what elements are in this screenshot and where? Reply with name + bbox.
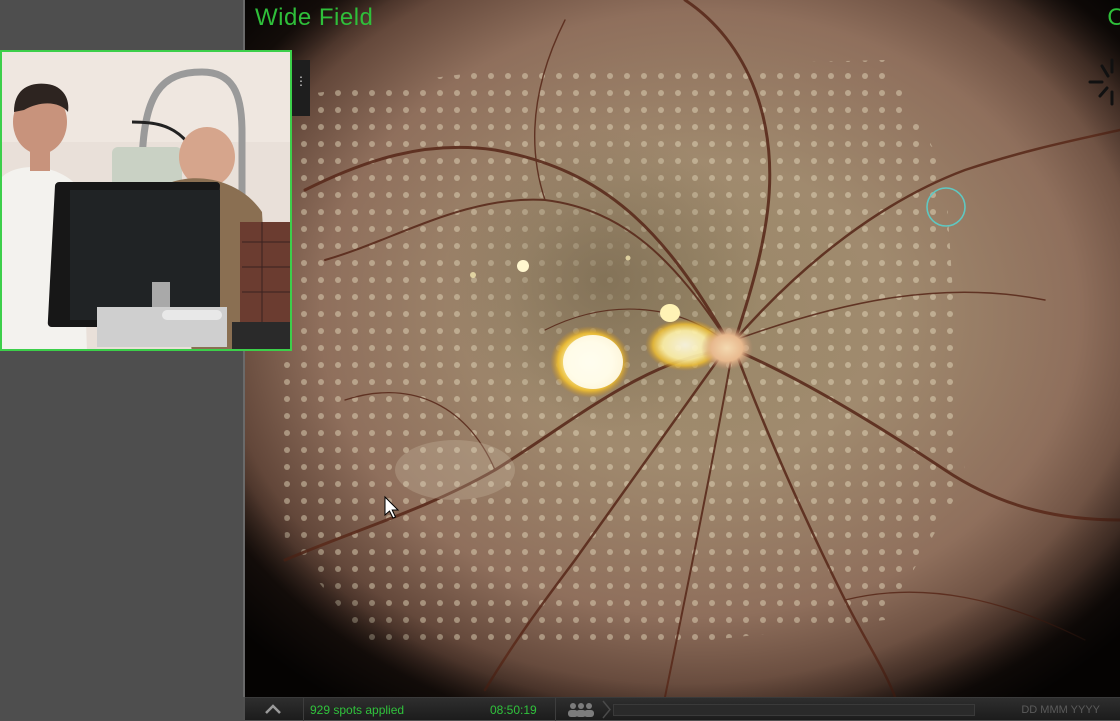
status-bar: 929 spots applied 08:50:19 DD MMM YYYY bbox=[245, 697, 1120, 721]
chevron-up-icon[interactable] bbox=[263, 702, 283, 716]
webcam-image bbox=[2, 52, 290, 349]
progress-track bbox=[613, 704, 975, 716]
view-mode-label: Wide Field bbox=[255, 4, 374, 31]
collapse-tab[interactable]: ⋮ bbox=[292, 60, 310, 116]
separator bbox=[303, 698, 304, 721]
retina-image bbox=[245, 0, 1120, 697]
date-field[interactable]: DD MMM YYYY bbox=[1021, 704, 1100, 716]
spinner-icon bbox=[1088, 58, 1114, 106]
chevron-right-icon bbox=[602, 700, 611, 719]
spots-applied-count: 929 spots applied bbox=[310, 703, 405, 717]
right-status-label: O bbox=[1107, 4, 1120, 31]
users-icon[interactable] bbox=[567, 702, 595, 717]
procedure-timer: 08:50:19 bbox=[490, 703, 537, 717]
webcam-feed bbox=[0, 50, 292, 351]
separator bbox=[555, 698, 556, 721]
fundus-image-view[interactable]: Wide Field O bbox=[245, 0, 1120, 697]
